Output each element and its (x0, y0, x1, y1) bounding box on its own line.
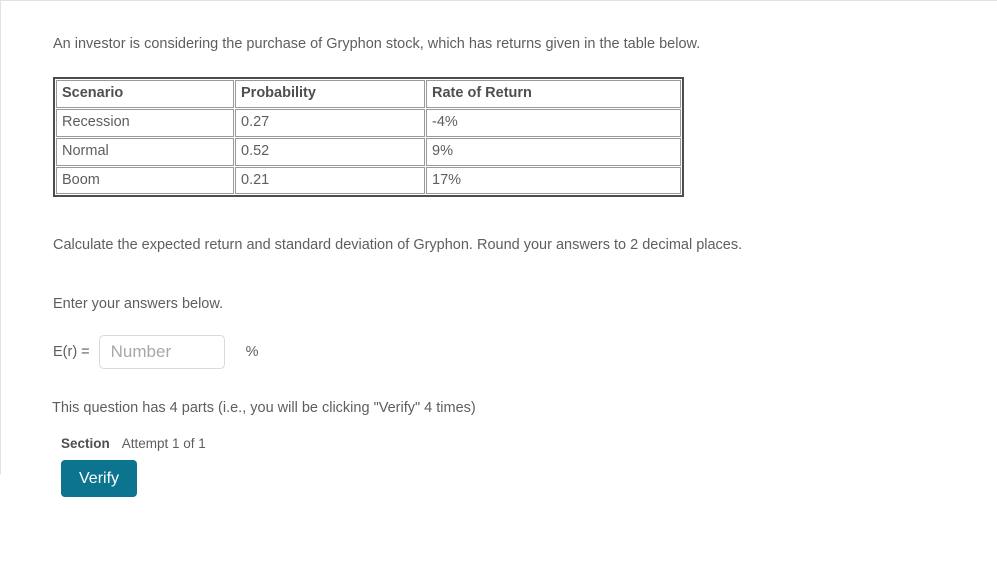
cell-scenario: Recession (56, 108, 234, 137)
calculation-instruction-text: Calculate the expected return and standa… (53, 237, 743, 254)
table-header-row: Scenario Probability Rate of Return (56, 80, 681, 108)
question-panel: An investor is considering the purchase … (0, 0, 997, 573)
cell-rate-of-return: -4% (426, 108, 681, 137)
section-attempt-line: Section Attempt 1 of 1 (61, 436, 953, 451)
expected-return-label: E(r) = (53, 344, 90, 361)
attempt-counter-label: Attempt 1 of 1 (121, 436, 206, 452)
column-header-rate-of-return: Rate of Return (426, 80, 681, 108)
table-row: Boom 0.21 17% (56, 166, 681, 195)
table-row: Normal 0.52 9% (56, 137, 681, 166)
question-content: An investor is considering the purchase … (52, 1, 953, 498)
cell-probability: 0.27 (235, 108, 425, 137)
column-header-probability: Probability (235, 80, 425, 108)
returns-table: Scenario Probability Rate of Return Rece… (53, 77, 684, 198)
enter-answers-prompt: Enter your answers below. (53, 296, 224, 313)
cell-rate-of-return: 9% (426, 137, 681, 166)
cell-scenario: Normal (56, 137, 234, 166)
cell-probability: 0.52 (235, 137, 425, 166)
returns-table-container: Scenario Probability Rate of Return Rece… (53, 77, 953, 198)
question-intro-text: An investor is considering the purchase … (53, 36, 701, 52)
expected-return-answer-row: E(r) = % (53, 335, 953, 370)
cell-probability: 0.21 (235, 166, 425, 195)
cell-scenario: Boom (56, 166, 234, 195)
cell-rate-of-return: 17% (426, 166, 681, 195)
section-label: Section (61, 436, 110, 452)
verify-button[interactable]: Verify (61, 460, 138, 498)
percent-unit-label: % (245, 344, 259, 361)
panel-left-divider (0, 1, 1, 474)
column-header-scenario: Scenario (56, 80, 234, 108)
parts-count-note: This question has 4 parts (i.e., you wil… (52, 400, 476, 417)
expected-return-input[interactable] (98, 335, 225, 370)
table-row: Recession 0.27 -4% (56, 108, 681, 137)
